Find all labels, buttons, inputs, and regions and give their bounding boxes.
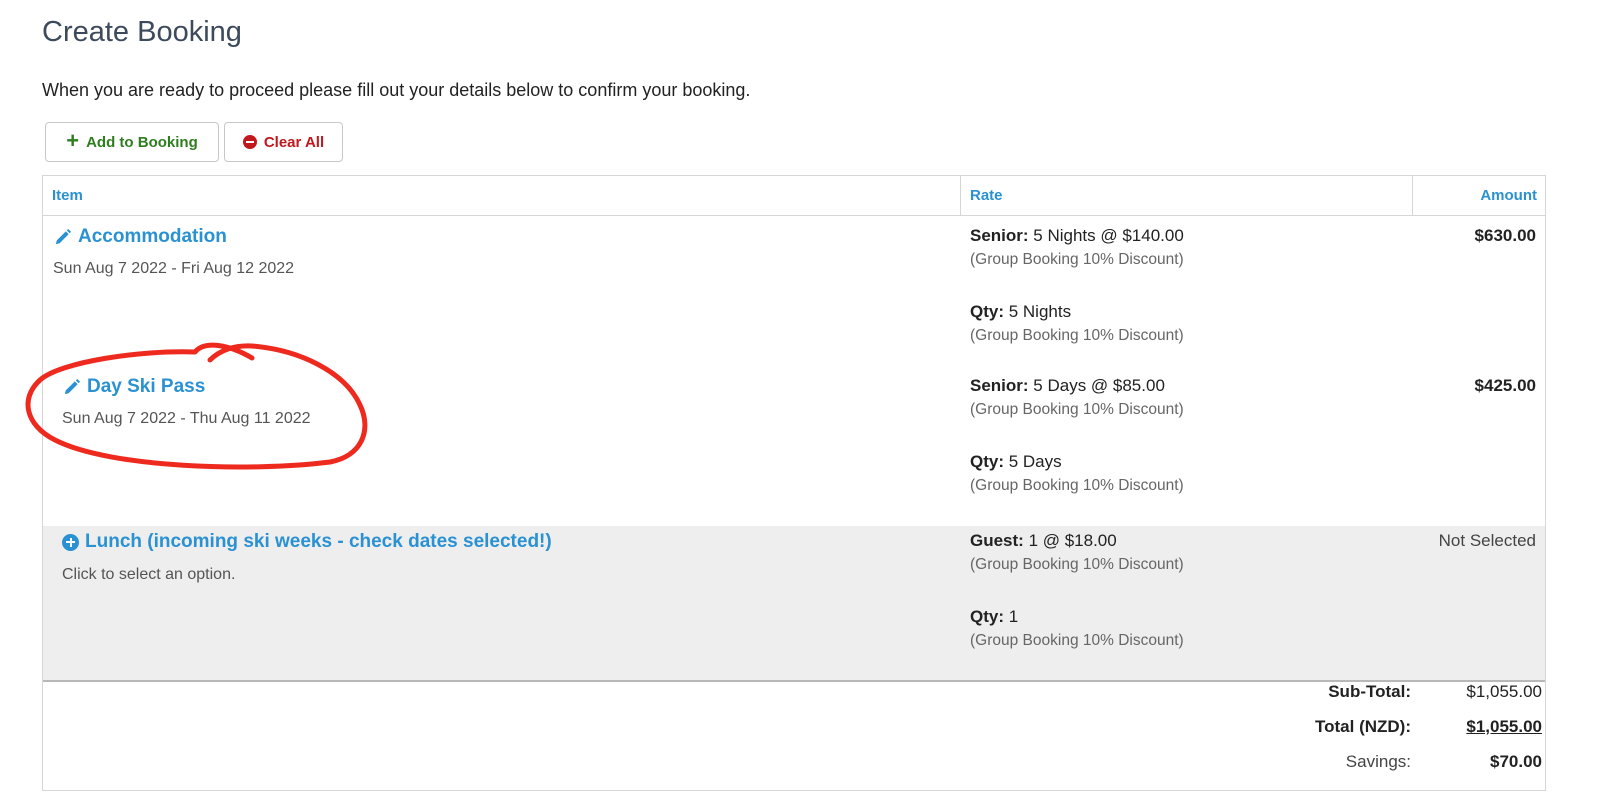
add-to-booking-button[interactable]: + Add to Booking [45, 122, 219, 162]
item-dates: Sun Aug 7 2022 - Thu Aug 11 2022 [62, 410, 311, 427]
subtotal-label: Sub-Total: [1328, 682, 1411, 701]
clear-all-label: Clear All [263, 133, 325, 151]
rate-label: Guest: [970, 531, 1024, 550]
column-header-item: Item [43, 176, 961, 216]
qty-label: Qty: [970, 452, 1004, 471]
item-title: Day Ski Pass [87, 376, 206, 397]
rate-note: (Group Booking 10% Discount) [970, 556, 1184, 573]
page-title: Create Booking [42, 16, 242, 48]
item-dates: Sun Aug 7 2022 - Fri Aug 12 2022 [53, 260, 295, 277]
day-ski-pass-link[interactable]: Day Ski Pass [62, 376, 205, 398]
item-amount: $630.00 [1474, 226, 1536, 245]
qty-value: 5 Days [1004, 452, 1062, 471]
rate-note: (Group Booking 10% Discount) [970, 327, 1184, 344]
column-header-amount: Amount [1413, 176, 1545, 216]
item-hint: Click to select an option. [62, 566, 236, 583]
accommodation-link[interactable]: Accommodation [53, 226, 227, 248]
rate-label: Senior: [970, 226, 1029, 245]
rate-value: 5 Days @ $85.00 [1028, 376, 1165, 395]
item-amount: $425.00 [1474, 376, 1536, 395]
booking-table: Item Rate Amount Accommodation Sun Aug 7… [42, 175, 1546, 791]
rate-note: (Group Booking 10% Discount) [970, 251, 1184, 268]
qty-label: Qty: [970, 302, 1004, 321]
rate-cell: Senior: 5 Nights @ $140.00 (Group Bookin… [970, 226, 1184, 345]
lunch-link[interactable]: Lunch (incoming ski weeks - check dates … [62, 531, 552, 553]
table-row: Day Ski Pass Sun Aug 7 2022 - Thu Aug 11… [43, 371, 1545, 526]
intro-text: When you are ready to proceed please fil… [42, 80, 751, 100]
total-value: $1,055.00 [1466, 717, 1542, 736]
qty-label: Qty: [970, 607, 1004, 626]
plus-icon: + [66, 128, 80, 153]
rate-cell: Senior: 5 Days @ $85.00 (Group Booking 1… [970, 376, 1184, 495]
rate-note: (Group Booking 10% Discount) [970, 477, 1184, 494]
subtotal-value: $1,055.00 [1466, 682, 1542, 701]
column-header-rate: Rate [961, 176, 1413, 216]
add-to-booking-label: Add to Booking [86, 133, 198, 151]
clear-all-button[interactable]: Clear All [224, 122, 343, 162]
item-title: Lunch (incoming ski weeks - check dates … [85, 531, 552, 552]
rate-note: (Group Booking 10% Discount) [970, 401, 1184, 418]
qty-value: 1 [1004, 607, 1019, 626]
rate-value: 5 Nights @ $140.00 [1028, 226, 1184, 245]
table-row: Accommodation Sun Aug 7 2022 - Fri Aug 1… [43, 216, 1545, 371]
total-label: Total (NZD): [1315, 717, 1411, 736]
qty-value: 5 Nights [1004, 302, 1072, 321]
rate-cell: Guest: 1 @ $18.00 (Group Booking 10% Dis… [970, 531, 1184, 650]
pencil-icon [55, 228, 72, 244]
rate-value: 1 @ $18.00 [1023, 531, 1117, 550]
pencil-icon [64, 378, 81, 394]
savings-label: Savings: [1345, 752, 1411, 771]
plus-circle-icon [62, 533, 79, 551]
rate-label: Senior: [970, 376, 1029, 395]
item-title: Accommodation [78, 226, 227, 247]
rate-note: (Group Booking 10% Discount) [970, 632, 1184, 649]
table-row[interactable]: Lunch (incoming ski weeks - check dates … [43, 526, 1545, 682]
savings-value: $70.00 [1490, 752, 1542, 771]
item-amount: Not Selected [1438, 531, 1536, 550]
minus-circle-icon [242, 135, 257, 149]
